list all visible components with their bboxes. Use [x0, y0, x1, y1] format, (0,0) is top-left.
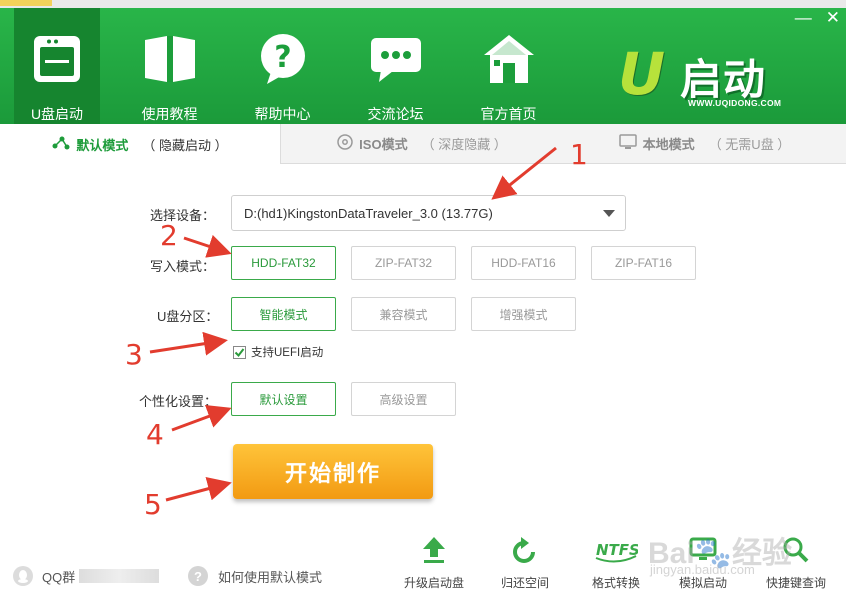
arrow-4: [171, 404, 232, 432]
tool-label: 格式转换: [591, 576, 640, 590]
monitor-icon: [689, 534, 717, 566]
upload-arrow-icon: [421, 534, 447, 566]
arrow-5: [165, 477, 232, 502]
simulate-boot-button[interactable]: 模拟启动: [667, 534, 739, 591]
qq-number-redacted: [79, 569, 160, 583]
qq-icon: [13, 566, 33, 586]
arrow-3: [149, 331, 228, 356]
tool-label: 归还空间: [500, 576, 549, 590]
ntfs-icon: NTFS: [594, 534, 638, 566]
annotation-3: 3: [125, 338, 143, 371]
arrow-2: [183, 234, 232, 258]
qq-group[interactable]: QQ群: [13, 566, 160, 586]
refresh-icon: [511, 534, 539, 566]
tool-label: 快捷键查询: [765, 576, 826, 590]
question-icon: ?: [188, 566, 208, 586]
annotation-5: 5: [144, 488, 162, 521]
qq-label: QQ群: [42, 569, 76, 585]
annotation-arrows: [149, 146, 557, 502]
tool-label: 模拟启动: [678, 576, 727, 590]
shortcut-lookup-button[interactable]: 快捷键查询: [760, 534, 832, 591]
format-convert-button[interactable]: NTFS 格式转换: [580, 534, 652, 591]
help-default-mode-link[interactable]: ? 如何使用默认模式: [188, 566, 322, 586]
help-link-label: 如何使用默认模式: [218, 569, 323, 585]
arrow-1: [491, 146, 557, 200]
restore-space-button[interactable]: 归还空间: [489, 534, 561, 591]
annotation-4: 4: [146, 418, 164, 451]
tool-label: 升级启动盘: [403, 576, 464, 590]
svg-text:NTFS: NTFS: [596, 541, 638, 559]
upgrade-boot-disk-button[interactable]: 升级启动盘: [398, 534, 470, 591]
annotation-1: 1: [570, 138, 588, 171]
magnifier-icon: [782, 534, 810, 566]
annotation-2: 2: [160, 219, 178, 252]
